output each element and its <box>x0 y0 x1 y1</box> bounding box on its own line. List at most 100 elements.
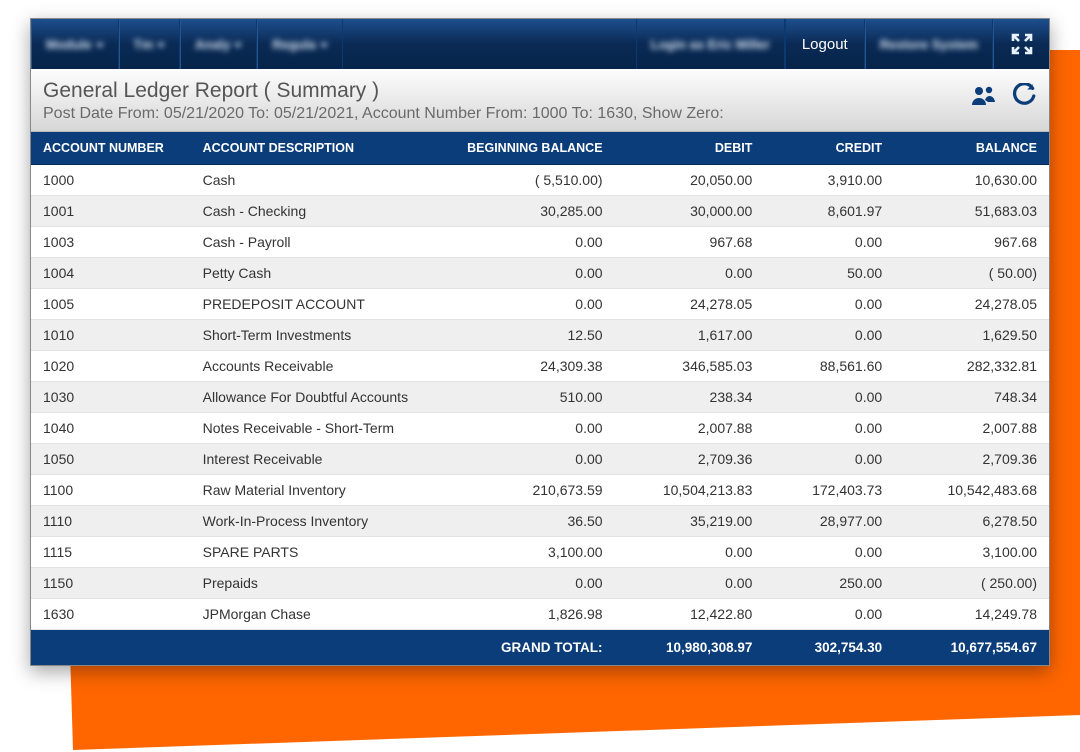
cell-beginning-balance: 210,673.59 <box>445 475 615 506</box>
cell-credit: 3,910.00 <box>764 165 894 196</box>
table-row[interactable]: 1050Interest Receivable0.002,709.360.002… <box>31 444 1049 475</box>
cell-balance: 282,332.81 <box>894 351 1049 382</box>
cell-balance: 1,629.50 <box>894 320 1049 351</box>
table-row[interactable]: 1010Short-Term Investments12.501,617.000… <box>31 320 1049 351</box>
table-row[interactable]: 1004Petty Cash0.000.0050.00( 50.00) <box>31 258 1049 289</box>
cell-balance: 6,278.50 <box>894 506 1049 537</box>
cell-beginning-balance: 510.00 <box>445 382 615 413</box>
cell-credit: 0.00 <box>764 227 894 258</box>
table-row[interactable]: 1150Prepaids0.000.00250.00( 250.00) <box>31 568 1049 599</box>
cell-balance: 51,683.03 <box>894 196 1049 227</box>
cell-beginning-balance: 1,826.98 <box>445 599 615 630</box>
cell-credit: 0.00 <box>764 444 894 475</box>
table-row[interactable]: 1630JPMorgan Chase1,826.9812,422.800.001… <box>31 599 1049 630</box>
report-title: General Ledger Report ( Summary ) <box>43 79 1037 103</box>
cell-beginning-balance: 24,309.38 <box>445 351 615 382</box>
col-credit[interactable]: CREDIT <box>764 132 894 165</box>
cell-balance: 24,278.05 <box>894 289 1049 320</box>
cell-credit: 50.00 <box>764 258 894 289</box>
report-filter-summary: Post Date From: 05/21/2020 To: 05/21/202… <box>43 105 1037 123</box>
cell-credit: 0.00 <box>764 320 894 351</box>
cell-account-description: Petty Cash <box>191 258 445 289</box>
cell-debit: 35,219.00 <box>615 506 765 537</box>
cell-account-description: Prepaids <box>191 568 445 599</box>
cell-credit: 0.00 <box>764 289 894 320</box>
cell-credit: 8,601.97 <box>764 196 894 227</box>
cell-beginning-balance: 0.00 <box>445 444 615 475</box>
table-row[interactable]: 1003Cash - Payroll0.00967.680.00967.68 <box>31 227 1049 258</box>
cell-beginning-balance: 36.50 <box>445 506 615 537</box>
table-row[interactable]: 1110Work-In-Process Inventory36.5035,219… <box>31 506 1049 537</box>
cell-credit: 88,561.60 <box>764 351 894 382</box>
nav-right-group: Login as Eric Miller Logout Restore Syst… <box>636 19 1049 69</box>
nav-menu-item-2[interactable]: Tm <box>119 19 181 69</box>
cell-account-number: 1630 <box>31 599 191 630</box>
cell-debit: 20,050.00 <box>615 165 765 196</box>
cell-account-number: 1005 <box>31 289 191 320</box>
cell-account-description: Interest Receivable <box>191 444 445 475</box>
cell-beginning-balance: 0.00 <box>445 413 615 444</box>
cell-account-number: 1001 <box>31 196 191 227</box>
table-row[interactable]: 1001Cash - Checking30,285.0030,000.008,6… <box>31 196 1049 227</box>
nav-context-item[interactable]: Restore System <box>865 19 993 69</box>
col-balance[interactable]: BALANCE <box>894 132 1049 165</box>
grand-total-debit: 10,980,308.97 <box>615 630 765 666</box>
cell-account-description: Allowance For Doubtful Accounts <box>191 382 445 413</box>
report-header: General Ledger Report ( Summary ) Post D… <box>31 69 1049 132</box>
cell-account-number: 1110 <box>31 506 191 537</box>
cell-balance: 2,007.88 <box>894 413 1049 444</box>
nav-menu-item-1[interactable]: Module <box>31 19 119 69</box>
cell-credit: 0.00 <box>764 413 894 444</box>
cell-debit: 346,585.03 <box>615 351 765 382</box>
cell-account-number: 1150 <box>31 568 191 599</box>
col-debit[interactable]: DEBIT <box>615 132 765 165</box>
cell-account-description: SPARE PARTS <box>191 537 445 568</box>
cell-account-number: 1100 <box>31 475 191 506</box>
table-row[interactable]: 1020Accounts Receivable24,309.38346,585.… <box>31 351 1049 382</box>
cell-debit: 1,617.00 <box>615 320 765 351</box>
cell-debit: 0.00 <box>615 568 765 599</box>
cell-account-description: Cash - Checking <box>191 196 445 227</box>
cell-beginning-balance: 12.50 <box>445 320 615 351</box>
nav-menu-item-4[interactable]: Regula <box>257 19 342 69</box>
table-row[interactable]: 1040Notes Receivable - Short-Term0.002,0… <box>31 413 1049 444</box>
table-row[interactable]: 1000Cash( 5,510.00)20,050.003,910.0010,6… <box>31 165 1049 196</box>
cell-credit: 28,977.00 <box>764 506 894 537</box>
cell-account-description: Accounts Receivable <box>191 351 445 382</box>
table-row[interactable]: 1030Allowance For Doubtful Accounts510.0… <box>31 382 1049 413</box>
table-row[interactable]: 1005PREDEPOSIT ACCOUNT0.0024,278.050.002… <box>31 289 1049 320</box>
cell-debit: 10,504,213.83 <box>615 475 765 506</box>
cell-beginning-balance: ( 5,510.00) <box>445 165 615 196</box>
fullscreen-button[interactable] <box>993 19 1049 69</box>
refresh-icon[interactable] <box>1011 83 1037 114</box>
app-window: Module Tm Analy Regula Login as Eric Mil… <box>30 18 1050 666</box>
cell-beginning-balance: 0.00 <box>445 568 615 599</box>
cell-balance: ( 250.00) <box>894 568 1049 599</box>
cell-debit: 967.68 <box>615 227 765 258</box>
cell-account-description: Short-Term Investments <box>191 320 445 351</box>
cell-account-number: 1030 <box>31 382 191 413</box>
cell-debit: 0.00 <box>615 258 765 289</box>
cell-account-number: 1050 <box>31 444 191 475</box>
col-account-description[interactable]: ACCOUNT DESCRIPTION <box>191 132 445 165</box>
grand-total-label: GRAND TOTAL: <box>31 630 615 666</box>
cell-debit: 2,709.36 <box>615 444 765 475</box>
cell-debit: 238.34 <box>615 382 765 413</box>
cell-account-number: 1115 <box>31 537 191 568</box>
grand-total-balance: 10,677,554.67 <box>894 630 1049 666</box>
col-beginning-balance[interactable]: BEGINNING BALANCE <box>445 132 615 165</box>
cell-account-number: 1020 <box>31 351 191 382</box>
cell-credit: 0.00 <box>764 599 894 630</box>
users-icon[interactable] <box>971 84 997 113</box>
table-row[interactable]: 1115SPARE PARTS3,100.000.000.003,100.00 <box>31 537 1049 568</box>
col-account-number[interactable]: ACCOUNT NUMBER <box>31 132 191 165</box>
table-row[interactable]: 1100Raw Material Inventory210,673.5910,5… <box>31 475 1049 506</box>
cell-account-number: 1004 <box>31 258 191 289</box>
cell-account-description: PREDEPOSIT ACCOUNT <box>191 289 445 320</box>
nav-menu-item-3[interactable]: Analy <box>180 19 257 69</box>
cell-beginning-balance: 0.00 <box>445 289 615 320</box>
cell-account-description: Notes Receivable - Short-Term <box>191 413 445 444</box>
ledger-table: ACCOUNT NUMBER ACCOUNT DESCRIPTION BEGIN… <box>31 132 1049 665</box>
logged-in-user[interactable]: Login as Eric Miller <box>636 19 785 69</box>
logout-button[interactable]: Logout <box>785 19 865 69</box>
